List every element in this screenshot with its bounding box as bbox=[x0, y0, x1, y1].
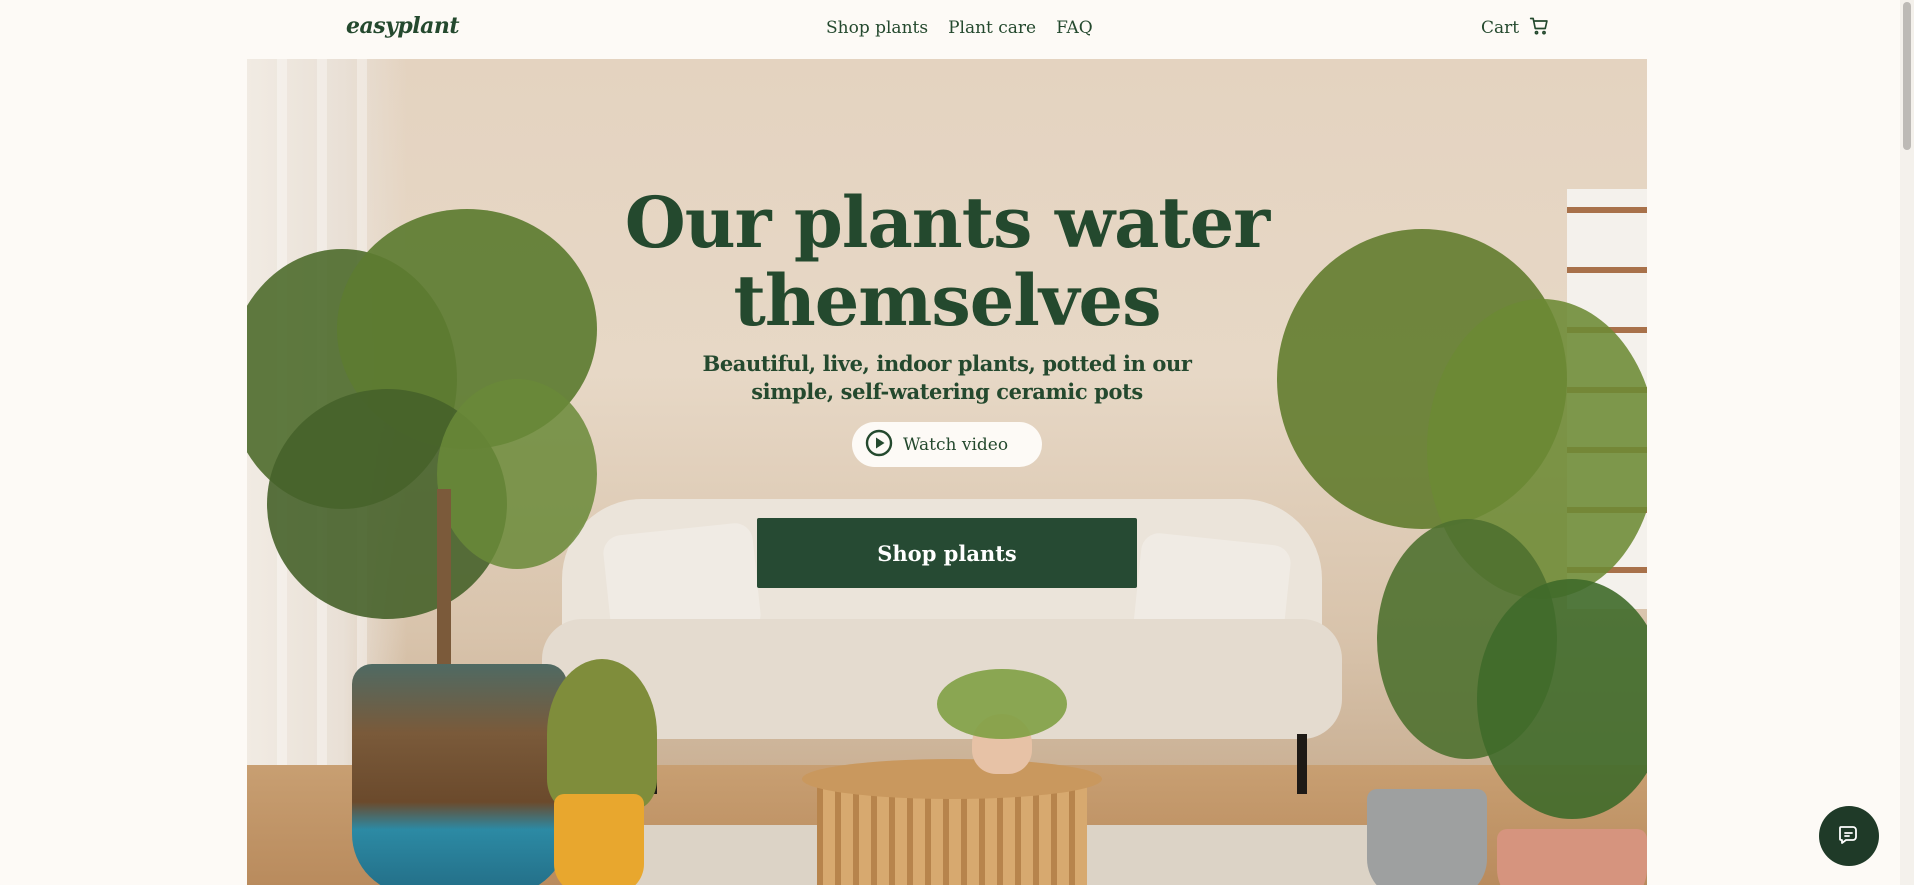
scrollbar-thumb[interactable] bbox=[1903, 2, 1911, 150]
chat-button[interactable] bbox=[1819, 806, 1879, 866]
site-header: easyplant Shop plants Plant care FAQ Car… bbox=[0, 0, 1900, 59]
shop-plants-button[interactable]: Shop plants bbox=[757, 518, 1137, 588]
hero-section: Our plants water themselves Beautiful, l… bbox=[247, 59, 1647, 885]
hero-subtitle-line-2: simple, self-watering ceramic pots bbox=[751, 379, 1143, 404]
nav-faq[interactable]: FAQ bbox=[1056, 18, 1093, 38]
hero-title-line-2: themselves bbox=[733, 259, 1162, 342]
watch-video-label: Watch video bbox=[903, 434, 1009, 455]
hero-subtitle: Beautiful, live, indoor plants, potted i… bbox=[247, 350, 1647, 406]
cart-link[interactable]: Cart bbox=[1481, 16, 1549, 40]
nav-shop-plants[interactable]: Shop plants bbox=[826, 18, 928, 38]
watch-video-button[interactable]: Watch video bbox=[852, 422, 1042, 467]
logo[interactable]: easyplant bbox=[346, 13, 460, 39]
cart-label: Cart bbox=[1481, 18, 1520, 38]
hero-title-line-1: Our plants water bbox=[624, 181, 1270, 264]
page-scrollbar[interactable] bbox=[1900, 0, 1914, 885]
nav-plant-care[interactable]: Plant care bbox=[948, 18, 1036, 38]
hero-title: Our plants water themselves bbox=[247, 184, 1647, 340]
cart-icon bbox=[1529, 16, 1549, 40]
play-circle-icon bbox=[865, 429, 893, 461]
hero-subtitle-line-1: Beautiful, live, indoor plants, potted i… bbox=[702, 351, 1192, 376]
chat-icon bbox=[1837, 822, 1861, 850]
main-nav: Shop plants Plant care FAQ bbox=[826, 18, 1093, 38]
